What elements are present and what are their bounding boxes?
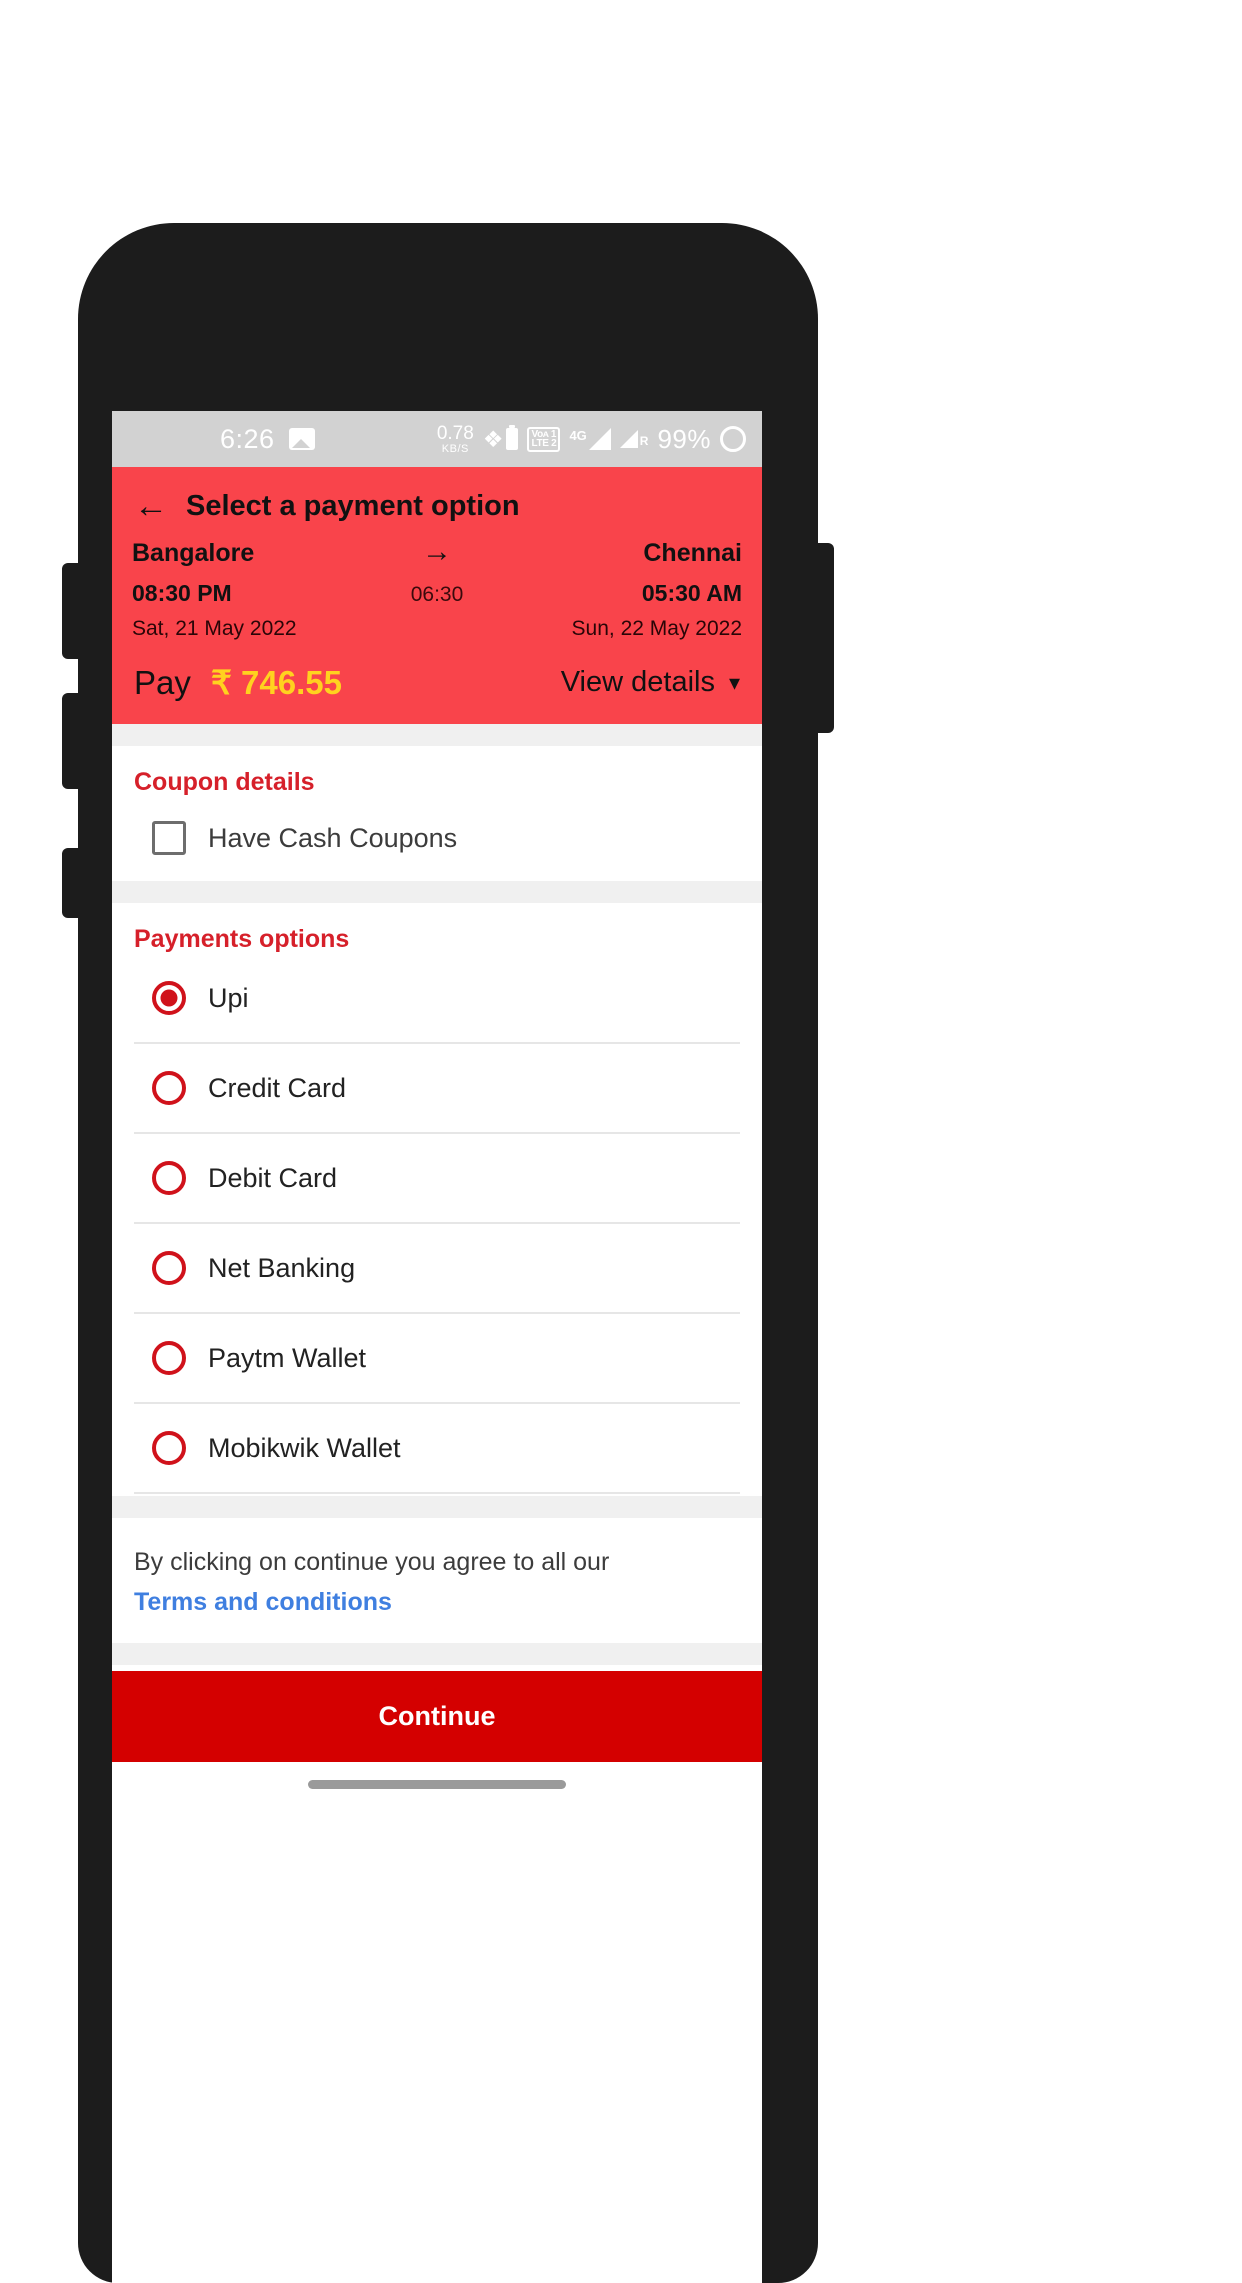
header-title-row: ← Select a payment option [112,467,762,531]
section-divider-4 [112,1643,762,1666]
home-indicator[interactable] [308,1779,566,1789]
payment-options-list: Upi Credit Card Debit Card Net Banking P [134,954,740,1496]
status-bar-right: 0.78 KB/S ❖ Voᴀ 1 LTE 2 4G R 99% [437,411,746,467]
signal-bars-icon [588,428,611,450]
arrival-time: 05:30 AM [641,580,742,606]
power-button[interactable] [816,543,834,733]
terms-and-conditions-link[interactable]: Terms and conditions [134,1588,740,1617]
data-rate-value: 0.78 [436,422,474,444]
volume-down-button[interactable] [62,693,80,789]
coupon-section-title: Coupon details [134,768,315,796]
battery-percent-label: 99% [657,423,711,454]
journey-duration: 06:30 [410,583,464,606]
section-divider-2 [112,881,762,903]
terms-text: By clicking on continue you agree to all… [134,1548,610,1576]
payment-option-net-banking[interactable]: Net Banking [134,1224,740,1314]
payment-option-label: Credit Card [208,1072,347,1103]
have-cash-coupons-row[interactable]: Have Cash Coupons [134,797,740,881]
payment-option-debit-card[interactable]: Debit Card [134,1134,740,1224]
bluetooth-icon: ❖ [482,425,504,452]
home-indicator-area [112,1762,762,1807]
radio-credit-card[interactable] [152,1071,186,1105]
data-rate-unit: KB/S [441,442,469,455]
radio-mobikwik-wallet[interactable] [152,1431,186,1465]
payment-option-label: Mobikwik Wallet [208,1432,401,1463]
radio-paytm-wallet[interactable] [152,1341,186,1375]
network-type-label: 4G [569,428,587,443]
volte-icon: Voᴀ 1 LTE 2 [527,426,561,452]
journey-summary: Bangalore → Chennai 08:30 PM 06:30 05:30… [112,531,762,641]
pay-summary-row: Pay ₹ 746.55 View details ▾ [112,641,762,702]
radio-upi[interactable] [152,981,186,1015]
payment-option-credit-card[interactable]: Credit Card [134,1044,740,1134]
battery-icon [506,425,519,450]
volume-up-button[interactable] [62,563,80,659]
payments-options-card: Payments options Upi Credit Card Debit C… [112,903,762,1496]
terms-section: By clicking on continue you agree to all… [112,1518,762,1644]
section-divider [112,724,762,746]
departure-date: Sat, 21 May 2022 [132,617,297,640]
journey-times-row: 08:30 PM 06:30 05:30 AM [132,580,742,607]
radio-net-banking[interactable] [152,1251,186,1285]
back-arrow-icon[interactable]: ← [134,489,168,523]
status-bar-left: 6:26 [220,424,315,455]
data-rate-indicator: 0.78 KB/S [437,424,474,455]
chevron-down-icon: ▾ [728,669,740,695]
arrival-date: Sun, 22 May 2022 [571,617,742,640]
volte-line-2: LTE 2 [531,438,557,449]
journey-cities-row: Bangalore → Chennai [132,537,742,568]
origin-city: Bangalore [132,539,255,567]
payment-option-label: Debit Card [208,1162,338,1193]
page-title: Select a payment option [186,489,520,522]
continue-button[interactable]: Continue [112,1671,762,1763]
app-header: ← Select a payment option Bangalore → Ch… [112,467,762,724]
signal-icon-secondary: R [619,430,649,448]
destination-city: Chennai [643,539,742,567]
have-cash-coupons-checkbox[interactable] [152,821,186,855]
status-clock: 6:26 [220,423,275,454]
view-details-label: View details [560,666,715,698]
payment-option-label: Paytm Wallet [208,1342,367,1373]
bluetooth-battery-group: ❖ [482,425,519,452]
phone-screen: 6:26 0.78 KB/S ❖ Voᴀ 1 LTE 2 4G R 99% ← … [112,411,762,2283]
circle-icon [720,426,746,452]
payment-option-label: Net Banking [208,1252,356,1283]
payment-option-upi[interactable]: Upi [134,954,740,1044]
payment-option-label: Upi [208,982,249,1013]
arrow-right-icon: → [422,535,452,568]
phone-mockup-frame: 6:26 0.78 KB/S ❖ Voᴀ 1 LTE 2 4G R 99% ← … [62,223,834,2283]
payment-option-paytm-wallet[interactable]: Paytm Wallet [134,1314,740,1404]
signal-icon-primary: 4G [569,428,611,450]
signal-bars-icon-2 [619,430,638,448]
payment-option-mobikwik-wallet[interactable]: Mobikwik Wallet [134,1404,740,1494]
silent-switch-button[interactable] [62,848,80,918]
status-bar: 6:26 0.78 KB/S ❖ Voᴀ 1 LTE 2 4G R 99% [112,411,762,467]
coupon-details-card: Coupon details Have Cash Coupons [112,746,762,881]
continue-button-container: Continue [112,1665,762,1763]
view-details-button[interactable]: View details ▾ [561,666,740,699]
pay-amount: ₹ 746.55 [210,664,342,701]
radio-debit-card[interactable] [152,1161,186,1195]
payments-section-title: Payments options [134,925,350,953]
have-cash-coupons-label: Have Cash Coupons [208,822,458,853]
pay-label: Pay [134,663,191,701]
image-icon [288,428,315,450]
departure-time: 08:30 PM [132,580,232,606]
journey-dates-row: Sat, 21 May 2022 Sun, 22 May 2022 [132,617,742,641]
section-divider-3 [112,1496,762,1518]
roaming-label: R [639,434,649,448]
